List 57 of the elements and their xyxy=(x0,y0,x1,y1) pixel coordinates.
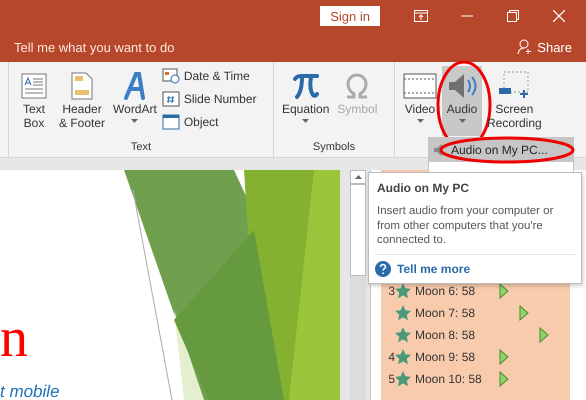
tell-me-more-link[interactable]: Tell me more xyxy=(375,254,575,276)
window-icon xyxy=(162,114,180,130)
scroll-thumb[interactable] xyxy=(350,184,366,276)
film-icon xyxy=(403,72,437,100)
calendar-clock-icon xyxy=(162,68,180,84)
sequence-number: 4 xyxy=(387,350,395,364)
ribbon-display-icon xyxy=(414,10,428,22)
slidenumber-button[interactable]: Slide Number xyxy=(162,89,257,108)
animation-label[interactable]: Moon 10: 58 xyxy=(415,372,499,386)
share-button[interactable]: Share xyxy=(517,39,572,55)
tooltip-title: Audio on My PC xyxy=(377,181,470,195)
caret-icon xyxy=(131,119,138,123)
scroll-up-button[interactable] xyxy=(350,170,366,184)
caret-icon xyxy=(302,119,310,123)
sequence-number: 3 xyxy=(387,284,395,298)
animation-label[interactable]: Moon 8: 58 xyxy=(415,328,499,342)
minimize-icon xyxy=(461,15,473,17)
animation-label[interactable]: Moon 9: 58 xyxy=(415,350,499,364)
tooltip-text: Insert audio from your computer or from other computers that you're connected to. xyxy=(377,204,554,248)
text-box-icon xyxy=(21,73,47,99)
star-icon xyxy=(395,305,411,321)
group-label: Symbols xyxy=(312,141,356,155)
wordart-button[interactable]: WordArt xyxy=(110,66,160,136)
equation-button[interactable]: Equation xyxy=(279,66,332,136)
star-icon xyxy=(395,349,411,365)
star-icon xyxy=(395,327,411,343)
sequence-number: 5 xyxy=(387,372,395,386)
caret-icon xyxy=(416,119,424,123)
slide-title: n xyxy=(0,310,28,366)
speaker-icon xyxy=(433,144,445,156)
animation-label[interactable]: Moon 7: 58 xyxy=(415,306,499,320)
sign-in-button[interactable]: Sign in xyxy=(320,6,380,26)
wordart-icon xyxy=(122,72,147,100)
omega-icon xyxy=(344,73,370,99)
animation-label[interactable]: Moon 6: 58 xyxy=(415,284,499,298)
restore-icon xyxy=(507,10,519,22)
audio-button[interactable]: Audio xyxy=(442,66,482,136)
screen-recording-icon xyxy=(498,71,530,101)
tell-me-field[interactable]: Tell me what you want to do xyxy=(14,40,174,54)
up-arrow-icon xyxy=(354,175,362,179)
caret-icon xyxy=(458,119,466,123)
object-button[interactable]: Object xyxy=(162,112,257,131)
speaker-icon xyxy=(446,71,478,101)
group-label: Text xyxy=(130,141,152,155)
video-button[interactable]: Video xyxy=(400,66,440,136)
person-add-icon xyxy=(517,39,534,55)
page-icon xyxy=(71,72,94,100)
slide-number-icon xyxy=(162,90,180,106)
slide-subtitle: t mobile xyxy=(0,382,60,400)
headerfooter-button[interactable]: Header & Footer xyxy=(56,66,108,136)
help-icon xyxy=(375,260,391,276)
pi-icon xyxy=(292,73,319,99)
star-icon xyxy=(395,371,411,387)
star-icon xyxy=(395,283,411,299)
textbox-button[interactable]: Text Box xyxy=(14,66,54,136)
close-icon xyxy=(553,10,565,22)
datetime-button[interactable]: Date & Time xyxy=(162,66,257,85)
